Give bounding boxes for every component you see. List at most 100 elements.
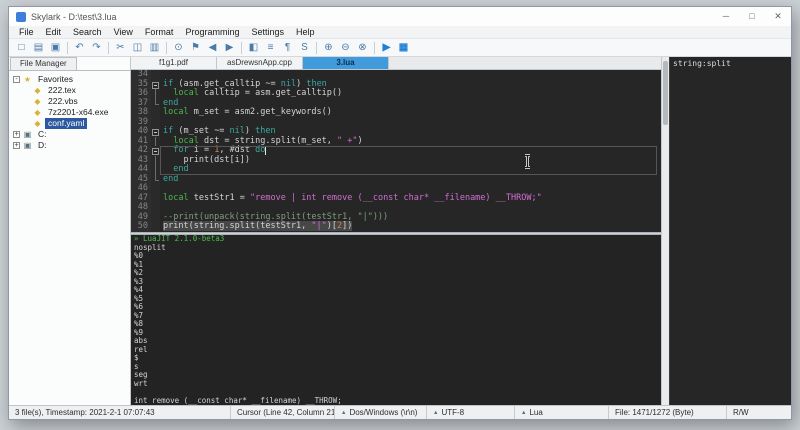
file-tree[interactable]: -★Favorites◆222.tex◆222.vbs◆7z2201-x64.e…: [9, 71, 130, 405]
menu-file[interactable]: File: [13, 26, 40, 39]
token: m_set = asm2.get_keywords(): [189, 107, 332, 117]
console-line: %3: [134, 278, 661, 287]
find-button[interactable]: ⊙: [170, 40, 187, 55]
main-area: File Manager -★Favorites◆222.tex◆222.vbs…: [9, 57, 791, 405]
code-line[interactable]: 50print(string.split(testStr1, "|")[2]): [131, 222, 661, 232]
tab-3-lua[interactable]: 3.lua: [303, 57, 389, 69]
title-bar[interactable]: Skylark - D:\test\3.lua ─ □ ✕: [9, 7, 791, 26]
token: print(dst[i]): [163, 155, 250, 165]
bookmark-button[interactable]: ⚑: [187, 40, 204, 55]
menu-search[interactable]: Search: [67, 26, 108, 39]
close-button[interactable]: ✕: [765, 7, 791, 26]
tree-item-favorites[interactable]: -★Favorites: [9, 74, 130, 85]
code-text-inner: local testStr1 = "remove | int remove (_…: [163, 193, 542, 203]
symbol-list-panel[interactable]: string:split: [669, 57, 791, 405]
collapse-icon[interactable]: -: [13, 76, 20, 83]
save-button[interactable]: ▣: [47, 40, 64, 55]
tree-item-222-vbs[interactable]: ◆222.vbs: [9, 96, 130, 107]
zoom-in-button[interactable]: ⊕: [320, 40, 337, 55]
tree-item-d-[interactable]: +▣D:: [9, 140, 130, 151]
file-manager-tab[interactable]: File Manager: [10, 57, 77, 70]
app-window: Skylark - D:\test\3.lua ─ □ ✕ FileEditSe…: [8, 6, 792, 420]
output-console[interactable]: » LuaJIT 2.1.0-beta3nosplit%0%1%2%3%4%5%…: [131, 235, 661, 405]
fold-margin: [151, 184, 160, 194]
tab-asdrewsnapp-cpp[interactable]: asDrewsnApp.cpp: [217, 57, 303, 69]
scrollbar-thumb[interactable]: [663, 61, 668, 125]
menu-programming[interactable]: Programming: [179, 26, 245, 39]
code-line[interactable]: 38local m_set = asm2.get_keywords(): [131, 108, 661, 118]
redo-button[interactable]: ↷: [88, 40, 105, 55]
split-view-button[interactable]: ◧: [245, 40, 262, 55]
paste-button[interactable]: ▥: [146, 40, 163, 55]
expand-icon[interactable]: +: [13, 142, 20, 149]
next-bookmark-button[interactable]: ▶: [221, 40, 238, 55]
token: ): [358, 136, 363, 146]
zoom-out-button[interactable]: ⊖: [337, 40, 354, 55]
menu-format[interactable]: Format: [139, 26, 180, 39]
close-file-button[interactable]: ⊗: [354, 40, 371, 55]
script-button[interactable]: S: [296, 40, 313, 55]
favorites-icon: ★: [23, 75, 32, 84]
show-symbols-button[interactable]: ¶: [279, 40, 296, 55]
code-line[interactable]: 45end: [131, 175, 661, 185]
code-editor[interactable]: 3435if (asm.get_calltip ~= nil) then36 l…: [131, 70, 661, 232]
code-line[interactable]: 43 print(dst[i]): [131, 156, 661, 166]
triangle-icon: ▲: [433, 410, 438, 416]
code-line[interactable]: 36 local calltip = asm.get_calltip(): [131, 89, 661, 99]
code-line[interactable]: 44 end: [131, 165, 661, 175]
menu-help[interactable]: Help: [290, 26, 321, 39]
new-file-button[interactable]: □: [13, 40, 30, 55]
cut-button[interactable]: ✂: [112, 40, 129, 55]
tree-item-label: C:: [35, 129, 50, 140]
expand-icon[interactable]: +: [13, 131, 20, 138]
menu-view[interactable]: View: [108, 26, 139, 39]
symbol-item[interactable]: string:split: [673, 59, 788, 69]
fold-toggle-icon[interactable]: [151, 146, 160, 156]
fold-margin: [151, 213, 160, 223]
status-filesize: File: 1471/1272 (Byte): [609, 406, 727, 419]
tree-item-conf-yaml[interactable]: ◆conf.yaml: [9, 118, 130, 129]
drive-icon: ▣: [23, 141, 32, 150]
fold-toggle-icon[interactable]: [151, 80, 160, 90]
tree-item-c-[interactable]: +▣C:: [9, 129, 130, 140]
file-manager-panel: File Manager -★Favorites◆222.tex◆222.vbs…: [9, 57, 131, 405]
toolbar-separator: [166, 42, 167, 54]
status-eol: ▲Dos/Windows (\r\n): [335, 406, 427, 419]
code-text-inner: for i = 1, #dst do: [163, 145, 265, 155]
token: , #dst: [219, 145, 255, 155]
token: do: [255, 145, 265, 155]
code-text-inner: end: [163, 174, 178, 184]
token: "remove | int remove (__const char* __fi…: [250, 193, 542, 203]
token: if: [163, 79, 173, 89]
code-text: print(dst[i]): [160, 156, 661, 166]
console-line: %0: [134, 252, 661, 261]
tab-f1g1-pdf[interactable]: f1g1.pdf: [131, 57, 217, 69]
console-line: %8: [134, 320, 661, 329]
code-text: local m_set = asm2.get_keywords(): [160, 108, 661, 118]
tree-item-label: 222.vbs: [45, 96, 81, 107]
result-panel-button[interactable]: ▦: [395, 40, 412, 55]
run-script-button[interactable]: ▶: [378, 40, 395, 55]
open-folder-button[interactable]: ▤: [30, 40, 47, 55]
tree-item-7z2201-x64-exe[interactable]: ◆7z2201-x64.exe: [9, 107, 130, 118]
prev-bookmark-button[interactable]: ◀: [204, 40, 221, 55]
code-text-inner: end: [163, 98, 178, 108]
copy-button[interactable]: ◫: [129, 40, 146, 55]
editor-scrollbar[interactable]: [661, 57, 669, 405]
window-controls: ─ □ ✕: [713, 7, 791, 26]
toolbar: □▤▣↶↷✂◫▥⊙⚑◀▶◧≡¶S⊕⊖⊗▶▦: [9, 39, 791, 57]
minimize-button[interactable]: ─: [713, 7, 739, 26]
word-wrap-button[interactable]: ≡: [262, 40, 279, 55]
code-text-inner: local dst = string.split(m_set, " +"): [163, 136, 363, 146]
menu-settings[interactable]: Settings: [245, 26, 290, 39]
fold-margin: [151, 118, 160, 128]
undo-button[interactable]: ↶: [71, 40, 88, 55]
app-icon: [16, 12, 26, 22]
maximize-button[interactable]: □: [739, 7, 765, 26]
tree-item-222-tex[interactable]: ◆222.tex: [9, 85, 130, 96]
tree-item-label: 222.tex: [45, 85, 79, 96]
token: ): [296, 79, 306, 89]
code-line[interactable]: 47local testStr1 = "remove | int remove …: [131, 194, 661, 204]
fold-toggle-icon[interactable]: [151, 127, 160, 137]
menu-edit[interactable]: Edit: [40, 26, 68, 39]
